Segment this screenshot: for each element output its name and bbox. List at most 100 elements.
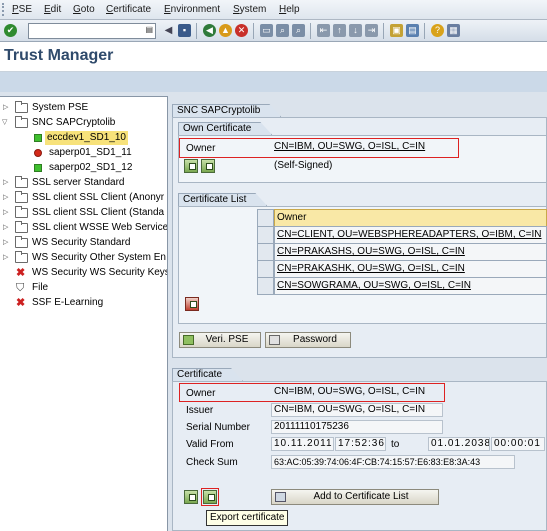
title-area: Trust Manager [0,42,547,72]
add-list-icon [275,492,286,502]
tab-certificate: Certificate [172,368,243,381]
folder-icon [15,191,28,203]
tab-own-certificate: Own Certificate [178,122,272,135]
table-row[interactable]: CN=PRAKASHS, OU=SWG, O=ISL, C=IN [274,243,547,261]
expand-icon[interactable]: ▷ [3,104,9,112]
tree-item-ws-security-keys[interactable]: ✖ WS Security WS Security Keys [0,266,167,280]
menu-environment[interactable]: Environment [164,4,220,15]
exit-icon[interactable]: ▲ [219,24,232,37]
customize-layout-icon[interactable]: ▦ [447,24,460,37]
expand-icon[interactable]: ▷ [3,239,9,247]
scroll-left-icon[interactable]: ◀ [162,24,175,37]
error-x-icon: ✖ [16,267,26,279]
last-page-icon[interactable]: ⇥ [365,24,378,37]
file-icon: ⛉ [16,282,25,294]
cancel-icon[interactable]: ✕ [235,24,248,37]
folder-icon [15,101,28,113]
create-session-icon[interactable]: ▣ [390,24,403,37]
toolbar-separator [424,23,425,39]
first-page-icon[interactable]: ⇤ [317,24,330,37]
table-row[interactable]: CN=CLIENT, OU=WEBSPHEREADAPTERS, O=IBM, … [274,226,547,244]
tree-item-eccdev1[interactable]: eccdev1_SD1_10 [0,131,167,145]
tab-snc-sapcryptolib: SNC SAPCryptolib [172,104,281,117]
toolbar: ✔ ▤ ◀ ▪ ◀ ▲ ✕ ▭ ⌕ ⌕ ⇤ ↑ ↓ ⇥ ▣ ▤ ? ▦ [0,20,547,42]
folder-icon [15,236,28,248]
expand-icon[interactable]: ▷ [3,254,9,262]
export-certificate-icon[interactable] [201,488,219,506]
enter-icon[interactable]: ✔ [4,24,17,37]
tree-item-system-pse[interactable]: ▷ System PSE [0,101,167,115]
issuer-label: Issuer [186,405,214,416]
find-next-icon[interactable]: ⌕ [292,24,305,37]
error-x-icon: ✖ [16,297,26,309]
menu-help[interactable]: Help [279,4,300,15]
tree-item-file[interactable]: ⛉ File [0,281,167,295]
red-status-icon [34,149,42,157]
expand-icon[interactable]: ▷ [3,179,9,187]
tree-item-ws-security-standard[interactable]: ▷ WS Security Standard [0,236,167,250]
self-signed-text: (Self-Signed) [274,160,333,171]
owner-highlight [179,138,459,158]
previous-page-icon[interactable]: ↑ [333,24,346,37]
collapse-icon[interactable]: ▽ [2,119,8,127]
menu-grip [2,3,6,16]
table-header-owner[interactable]: Owner [274,209,547,227]
green-status-icon [34,134,42,142]
row-selector[interactable] [257,277,274,295]
valid-from-time: 17:52:36 [335,437,386,451]
export-icon[interactable] [201,159,215,173]
password-button[interactable]: Password [265,332,351,348]
expand-icon[interactable]: ▷ [3,194,9,202]
tree-item-ssl-client-anonymous[interactable]: ▷ SSL client SSL Client (Anonyr [0,191,167,205]
import-certificate-icon[interactable] [184,490,198,504]
veri-pse-button[interactable]: Veri. PSE [179,332,261,348]
table-row[interactable]: CN=SOWGRAMA, OU=SWG, O=ISL, C=IN [274,277,547,295]
menu-edit[interactable]: Edit [44,4,61,15]
find-icon[interactable]: ⌕ [276,24,289,37]
menu-system[interactable]: System [233,4,266,15]
next-page-icon[interactable]: ↓ [349,24,362,37]
toolbar-separator [196,23,197,39]
select-all[interactable] [257,209,274,227]
folder-icon [15,176,28,188]
shortcut-icon[interactable]: ▤ [406,24,419,37]
tree-item-ssl-client-standard[interactable]: ▷ SSL client SSL Client (Standa [0,206,167,220]
tree-item-ssf-elearning[interactable]: ✖ SSF E-Learning [0,296,167,310]
lock-icon [269,335,280,345]
row-selector[interactable] [257,226,274,244]
table-row[interactable]: CN=PRAKASHK, OU=SWG, O=ISL, C=IN [274,260,547,278]
valid-from-label: Valid From [186,439,234,450]
help-icon[interactable]: ? [431,24,444,37]
menu-certificate[interactable]: Certificate [106,4,151,15]
menu-goto[interactable]: Goto [73,4,95,15]
folder-icon [15,251,28,263]
row-selector[interactable] [257,260,274,278]
add-to-certificate-list-button[interactable]: Add to Certificate List [271,489,439,505]
back-icon[interactable]: ◀ [203,24,216,37]
command-field[interactable]: ▤ [28,23,156,39]
tab-certificate-list: Certificate List [178,193,267,206]
tree-item-ws-security-other[interactable]: ▷ WS Security Other System En [0,251,167,265]
tree-item-ssl-server[interactable]: ▷ SSL server Standard [0,176,167,190]
tree-item-saperp01[interactable]: saperp01_SD1_11 [0,146,167,160]
menu-bar: PSE Edit Goto Certificate Environment Sy… [0,0,547,20]
green-status-icon [34,164,42,172]
folder-icon [15,206,28,218]
print-icon[interactable]: ▭ [260,24,273,37]
command-dropdown-icon[interactable]: ▤ [145,25,153,34]
valid-to-time: 00:00:01 [491,437,545,451]
expand-icon[interactable]: ▷ [3,209,9,217]
tree-item-ssl-client-wsse[interactable]: ▷ SSL client WSSE Web Service [0,221,167,235]
import-icon[interactable] [184,159,198,173]
checksum-value: 63:AC:05:39:74:06:4F:CB:74:15:57:E6:83:E… [271,455,515,469]
save-icon[interactable]: ▪ [178,24,191,37]
expand-icon[interactable]: ▷ [3,224,9,232]
serial-number-value: 20111110175236 [271,420,443,434]
tree-item-snc-sapcryptolib[interactable]: ▽ SNC SAPCryptolib [0,116,167,130]
menu-pse[interactable]: PSE [12,4,32,15]
tree-item-saperp02[interactable]: saperp02_SD1_12 [0,161,167,175]
delete-certificate-icon[interactable] [185,297,199,311]
cert-owner-highlight [179,383,445,402]
row-selector[interactable] [257,243,274,261]
folder-icon [15,221,28,233]
